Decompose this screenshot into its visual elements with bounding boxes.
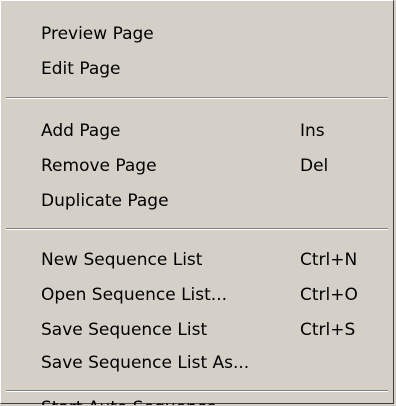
menu-item-new-sequence-list[interactable]: New Sequence List Ctrl+N (1, 244, 393, 276)
menu-item-shortcut: Ctrl+S (300, 320, 356, 340)
menu-item-start-auto-sequence[interactable]: Start Auto Sequence (1, 392, 393, 405)
menu-item-label: Duplicate Page (41, 191, 169, 211)
menu-item-label: Preview Page (41, 24, 154, 44)
context-menu: Preview Page Edit Page Add Page Ins Remo… (0, 0, 394, 405)
menu-separator (6, 228, 388, 230)
menu-item-preview-page[interactable]: Preview Page (1, 18, 393, 50)
menu-item-edit-page[interactable]: Edit Page (1, 53, 393, 85)
menu-item-duplicate-page[interactable]: Duplicate Page (1, 185, 393, 217)
menu-separator (6, 97, 388, 99)
menu-item-label: Start Auto Sequence (41, 396, 217, 405)
menu-item-open-sequence-list[interactable]: Open Sequence List... Ctrl+O (1, 279, 393, 311)
menu-item-save-sequence-list[interactable]: Save Sequence List Ctrl+S (1, 314, 393, 346)
menu-item-label: Edit Page (41, 59, 121, 79)
menu-item-label: Remove Page (41, 156, 157, 176)
menu-item-shortcut: Ctrl+O (300, 285, 358, 305)
menu-item-shortcut: Ctrl+N (300, 250, 358, 270)
menu-item-add-page[interactable]: Add Page Ins (1, 115, 393, 147)
menu-item-label: Add Page (41, 121, 121, 141)
menu-item-label: Save Sequence List (41, 320, 208, 340)
menu-item-shortcut: Ins (300, 121, 325, 141)
menu-item-label: New Sequence List (41, 250, 203, 270)
menu-item-save-sequence-list-as[interactable]: Save Sequence List As... (1, 347, 393, 379)
menu-item-label: Open Sequence List... (41, 285, 227, 305)
menu-item-label: Save Sequence List As... (41, 353, 250, 373)
menu-item-shortcut: Del (300, 156, 329, 176)
menu-item-remove-page[interactable]: Remove Page Del (1, 150, 393, 182)
